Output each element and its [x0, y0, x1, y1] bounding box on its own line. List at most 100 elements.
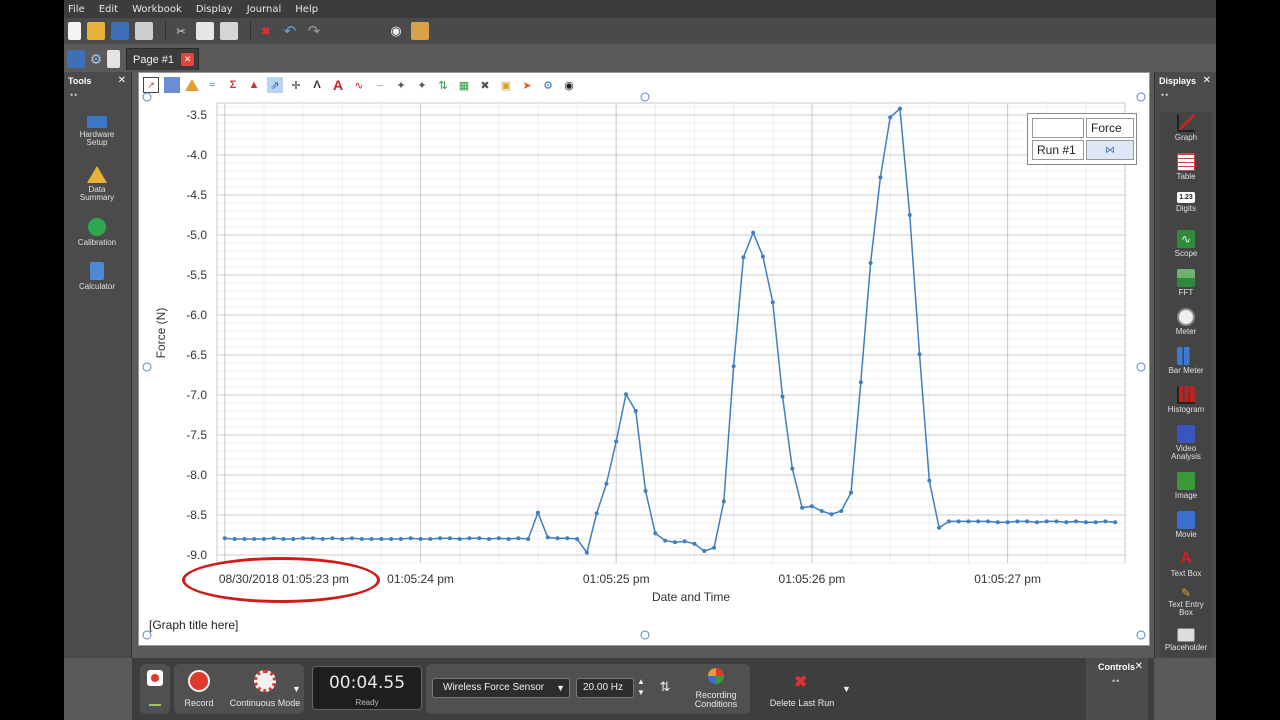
- data-point: [242, 537, 247, 541]
- display-image[interactable]: Image: [1155, 472, 1216, 500]
- scope-icon: ∿: [1177, 230, 1195, 248]
- display-label: Text Box: [1170, 569, 1202, 578]
- display-scope[interactable]: ∿ Scope: [1155, 230, 1216, 258]
- sensor-select-value: Wireless Force Sensor: [443, 682, 545, 693]
- display-graph[interactable]: Graph: [1155, 114, 1216, 142]
- recording-conditions-label: Conditions: [694, 699, 738, 709]
- close-icon[interactable]: ✕: [1135, 661, 1143, 672]
- snapshot-icon[interactable]: [411, 22, 429, 40]
- legend[interactable]: Force Run #1 ⋈: [1027, 113, 1137, 165]
- data-point: [829, 512, 834, 517]
- resize-handle: [640, 92, 650, 102]
- recording-conditions-button[interactable]: Recording Conditions: [684, 664, 748, 714]
- data-point: [535, 510, 540, 515]
- displays-panel: Displays ✕ •• Graph Table 1.23 Digits ∿ …: [1154, 72, 1216, 658]
- close-icon[interactable]: ✕: [118, 75, 126, 86]
- grip-icon[interactable]: ••: [70, 90, 78, 100]
- data-point: [917, 352, 922, 357]
- sample-rate-input[interactable]: 20.00 Hz: [576, 678, 634, 698]
- data-point: [643, 489, 648, 493]
- table-icon: [1177, 153, 1195, 171]
- menu-workbook[interactable]: Workbook: [132, 4, 182, 15]
- menu-journal[interactable]: Journal: [247, 4, 282, 15]
- mode-button[interactable]: [254, 670, 276, 692]
- display-histogram[interactable]: Histogram: [1155, 386, 1216, 414]
- pencil-icon: ✎: [1180, 586, 1192, 600]
- menu-help[interactable]: Help: [295, 4, 318, 15]
- elapsed-timer: 00:04.55 Ready: [312, 666, 422, 710]
- delete-last-run-label: Delete Last Run: [769, 698, 835, 708]
- data-summary-icon: [87, 166, 107, 183]
- display-digits[interactable]: 1.23 Digits: [1155, 192, 1216, 213]
- menu-display[interactable]: Display: [196, 4, 233, 15]
- grip-icon[interactable]: ••: [1161, 90, 1169, 100]
- graph-title[interactable]: [Graph title here]: [149, 618, 238, 632]
- close-icon[interactable]: ✕: [1203, 75, 1211, 86]
- display-label: Image: [1174, 491, 1198, 500]
- resize-handle: [1136, 362, 1146, 372]
- displays-panel-title: Displays: [1159, 76, 1197, 86]
- grip-icon[interactable]: ••: [1112, 676, 1120, 686]
- copy-icon[interactable]: [196, 22, 214, 40]
- display-label: Meter: [1175, 327, 1197, 336]
- data-point: [839, 509, 844, 513]
- display-table[interactable]: Table: [1155, 153, 1216, 181]
- tool-label: Summary: [79, 193, 115, 202]
- save-icon[interactable]: [111, 22, 129, 40]
- camera-icon[interactable]: ◉: [387, 22, 405, 40]
- tool-data-summary[interactable]: Data Summary: [64, 166, 130, 202]
- print-icon[interactable]: [135, 22, 153, 40]
- menu-edit[interactable]: Edit: [99, 4, 118, 15]
- toolbar-separator: [250, 22, 251, 40]
- sensor-select[interactable]: Wireless Force Sensor ▼: [432, 678, 570, 698]
- display-movie[interactable]: Movie: [1155, 511, 1216, 539]
- delete-last-run-button[interactable]: ✖ Delete Last Run: [762, 664, 842, 714]
- menu-file[interactable]: File: [68, 4, 85, 15]
- new-file-icon[interactable]: [68, 22, 81, 40]
- display-bar-meter[interactable]: Bar Meter: [1155, 347, 1216, 375]
- cut-icon[interactable]: ✂: [172, 22, 190, 40]
- chevron-down-icon[interactable]: ▼: [842, 684, 851, 694]
- video-analysis-icon: [1177, 425, 1195, 443]
- display-meter[interactable]: Meter: [1155, 308, 1216, 336]
- tool-calibration[interactable]: Calibration: [64, 218, 130, 247]
- data-point: [751, 230, 756, 235]
- x-tick-label: 01:05:25 pm: [583, 572, 650, 586]
- delete-icon[interactable]: ✖: [257, 22, 275, 40]
- y-tick-label: -6.0: [186, 308, 207, 322]
- display-text-box[interactable]: A Text Box: [1155, 550, 1216, 578]
- data-point: [741, 255, 746, 260]
- undo-icon[interactable]: ↶: [281, 22, 299, 40]
- display-video-analysis[interactable]: Video Analysis: [1155, 425, 1216, 461]
- open-folder-icon[interactable]: [87, 22, 105, 40]
- window-icon[interactable]: [67, 50, 85, 68]
- data-point: [604, 481, 609, 486]
- chevron-down-icon[interactable]: ▼: [292, 684, 301, 694]
- x-axis-label: Date and Time: [652, 590, 730, 604]
- tab-page-1[interactable]: Page #1 ✕: [126, 48, 199, 70]
- data-point: [976, 519, 981, 524]
- close-icon[interactable]: ✕: [180, 53, 194, 66]
- data-point: [350, 536, 355, 541]
- y-tick-label: -4.0: [186, 148, 207, 162]
- toolbar-separator: [165, 22, 166, 40]
- redo-icon[interactable]: ↷: [305, 22, 323, 40]
- legend-run-swatch[interactable]: ⋈: [1086, 140, 1134, 160]
- gear-icon[interactable]: ⚙: [87, 50, 105, 68]
- record-button[interactable]: [188, 670, 210, 692]
- sensor-status-icon[interactable]: [149, 696, 161, 706]
- page-icon[interactable]: [107, 50, 120, 68]
- display-fft[interactable]: FFT: [1155, 269, 1216, 297]
- sensor-settings-icon[interactable]: ⇅: [656, 679, 674, 697]
- main-toolbar: ✂ ✖ ↶ ↷ ◉: [64, 18, 1216, 44]
- rate-stepper[interactable]: ▲ ▼: [637, 676, 647, 700]
- plot-area: [216, 102, 1126, 564]
- x-tick-label: 01:05:26 pm: [779, 572, 846, 586]
- record-indicator-icon[interactable]: [147, 670, 163, 686]
- tool-calculator[interactable]: Calculator: [64, 262, 130, 291]
- display-text-entry-box[interactable]: ✎ Text Entry Box: [1155, 587, 1216, 617]
- tool-hardware-setup[interactable]: Hardware Setup: [64, 116, 130, 147]
- display-placeholder[interactable]: Placeholder: [1155, 628, 1216, 652]
- data-point: [633, 409, 638, 413]
- paste-icon[interactable]: [220, 22, 238, 40]
